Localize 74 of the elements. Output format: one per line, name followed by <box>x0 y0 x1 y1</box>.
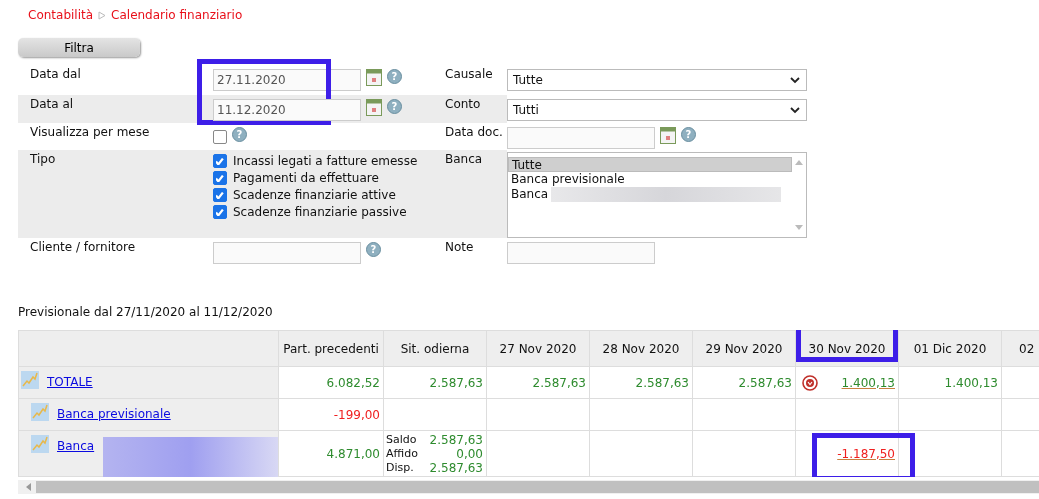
list-option[interactable]: Banca <box>508 187 552 202</box>
column-header: Part. precedenti <box>278 330 384 367</box>
calendar-icon[interactable] <box>366 69 382 86</box>
column-header: 01 Dic 2020 <box>898 330 1002 367</box>
breadcrumb-link[interactable]: Calendario finanziario <box>111 8 243 22</box>
column-header: 30 Nov 2020 <box>795 330 899 367</box>
checkmark-icon <box>216 157 224 165</box>
field-label: Data al <box>18 95 210 123</box>
chevron-down-icon <box>790 106 800 114</box>
field-label: Tipo <box>18 150 210 238</box>
dropdown[interactable]: Tutti <box>507 99 807 121</box>
chart-icon[interactable] <box>31 435 49 453</box>
row-link[interactable]: TOTALE <box>47 375 93 389</box>
checkmark-icon <box>216 208 224 216</box>
chart-icon[interactable] <box>21 371 39 389</box>
checkbox-label: Pagamenti da effettuare <box>233 171 379 185</box>
column-header: 29 Nov 2020 <box>692 330 796 367</box>
scroll-left-icon[interactable] <box>26 483 31 491</box>
field-label: Visualizza per mese <box>29 124 151 141</box>
amount: 2.587,63 <box>738 375 792 390</box>
balance-label: Disp. <box>386 461 415 475</box>
amount: 6.082,52 <box>326 375 380 390</box>
input-field[interactable]: 11.12.2020 <box>213 99 361 121</box>
calendar-icon[interactable] <box>660 127 676 144</box>
balance-value: 2.587,63 <box>428 433 483 447</box>
field-label: Data dal <box>29 66 82 83</box>
dropdown[interactable]: Tutte <box>507 69 807 91</box>
balance-value: 0,00 <box>455 447 483 461</box>
column-header: 02 <box>1001 330 1039 367</box>
balance-label: Saldo <box>386 433 418 447</box>
breadcrumb-separator-icon <box>98 10 107 20</box>
balance-value: 2.587,63 <box>428 461 483 475</box>
checkbox[interactable] <box>213 205 227 219</box>
field-label: Cliente / fornitore <box>29 239 137 256</box>
checkbox[interactable] <box>213 188 227 202</box>
calendar-icon[interactable] <box>366 99 382 116</box>
checkbox-label: Scadenze finanziarie passive <box>233 205 407 219</box>
checkbox-label: Scadenze finanziarie attive <box>233 188 396 202</box>
column-header: 28 Nov 2020 <box>589 330 693 367</box>
balance-label: Affido <box>386 447 419 461</box>
amount: 1.400,13 <box>944 375 998 390</box>
checkbox[interactable] <box>213 171 227 185</box>
input-field[interactable] <box>507 242 655 264</box>
list-option[interactable]: Tutte <box>508 157 792 172</box>
input-field[interactable] <box>213 242 361 264</box>
checkmark-icon <box>216 174 224 182</box>
amount: 2.587,63 <box>635 375 689 390</box>
amount: 2.587,63 <box>532 375 586 390</box>
horizontal-scrollbar[interactable] <box>18 480 1039 494</box>
input-field[interactable] <box>507 127 655 149</box>
amount: -199,00 <box>333 407 380 422</box>
row-link[interactable]: Banca previsionale <box>57 407 171 421</box>
list-option[interactable]: Banca previsionale <box>508 172 628 187</box>
scroll-down-icon[interactable] <box>795 225 803 230</box>
column-header: Sit. odierna <box>383 330 487 367</box>
filter-button[interactable]: Filtra <box>18 38 140 57</box>
checkbox[interactable] <box>213 130 227 144</box>
breadcrumb-link[interactable]: Contabilità <box>28 8 94 22</box>
target-icon[interactable] <box>802 374 818 391</box>
section-title: Previsionale dal 27/11/2020 al 11/12/2020 <box>18 305 274 319</box>
checkmark-icon <box>216 191 224 199</box>
scroll-up-icon[interactable] <box>795 160 803 165</box>
row-link[interactable]: Banca <box>57 439 95 453</box>
column-header: 27 Nov 2020 <box>486 330 590 367</box>
checkbox-label: Incassi legati a fatture emesse <box>233 154 418 168</box>
amount: 4.871,00 <box>326 446 380 461</box>
input-field[interactable]: 27.11.2020 <box>213 69 361 91</box>
checkbox[interactable] <box>213 154 227 168</box>
chevron-down-icon <box>790 76 800 84</box>
field-label: Conto <box>441 95 507 123</box>
field-label: Banca <box>441 150 507 238</box>
amount-link[interactable]: -1.187,50 <box>837 446 895 461</box>
chart-icon[interactable] <box>31 403 49 421</box>
amount: 2.587,63 <box>429 375 483 390</box>
